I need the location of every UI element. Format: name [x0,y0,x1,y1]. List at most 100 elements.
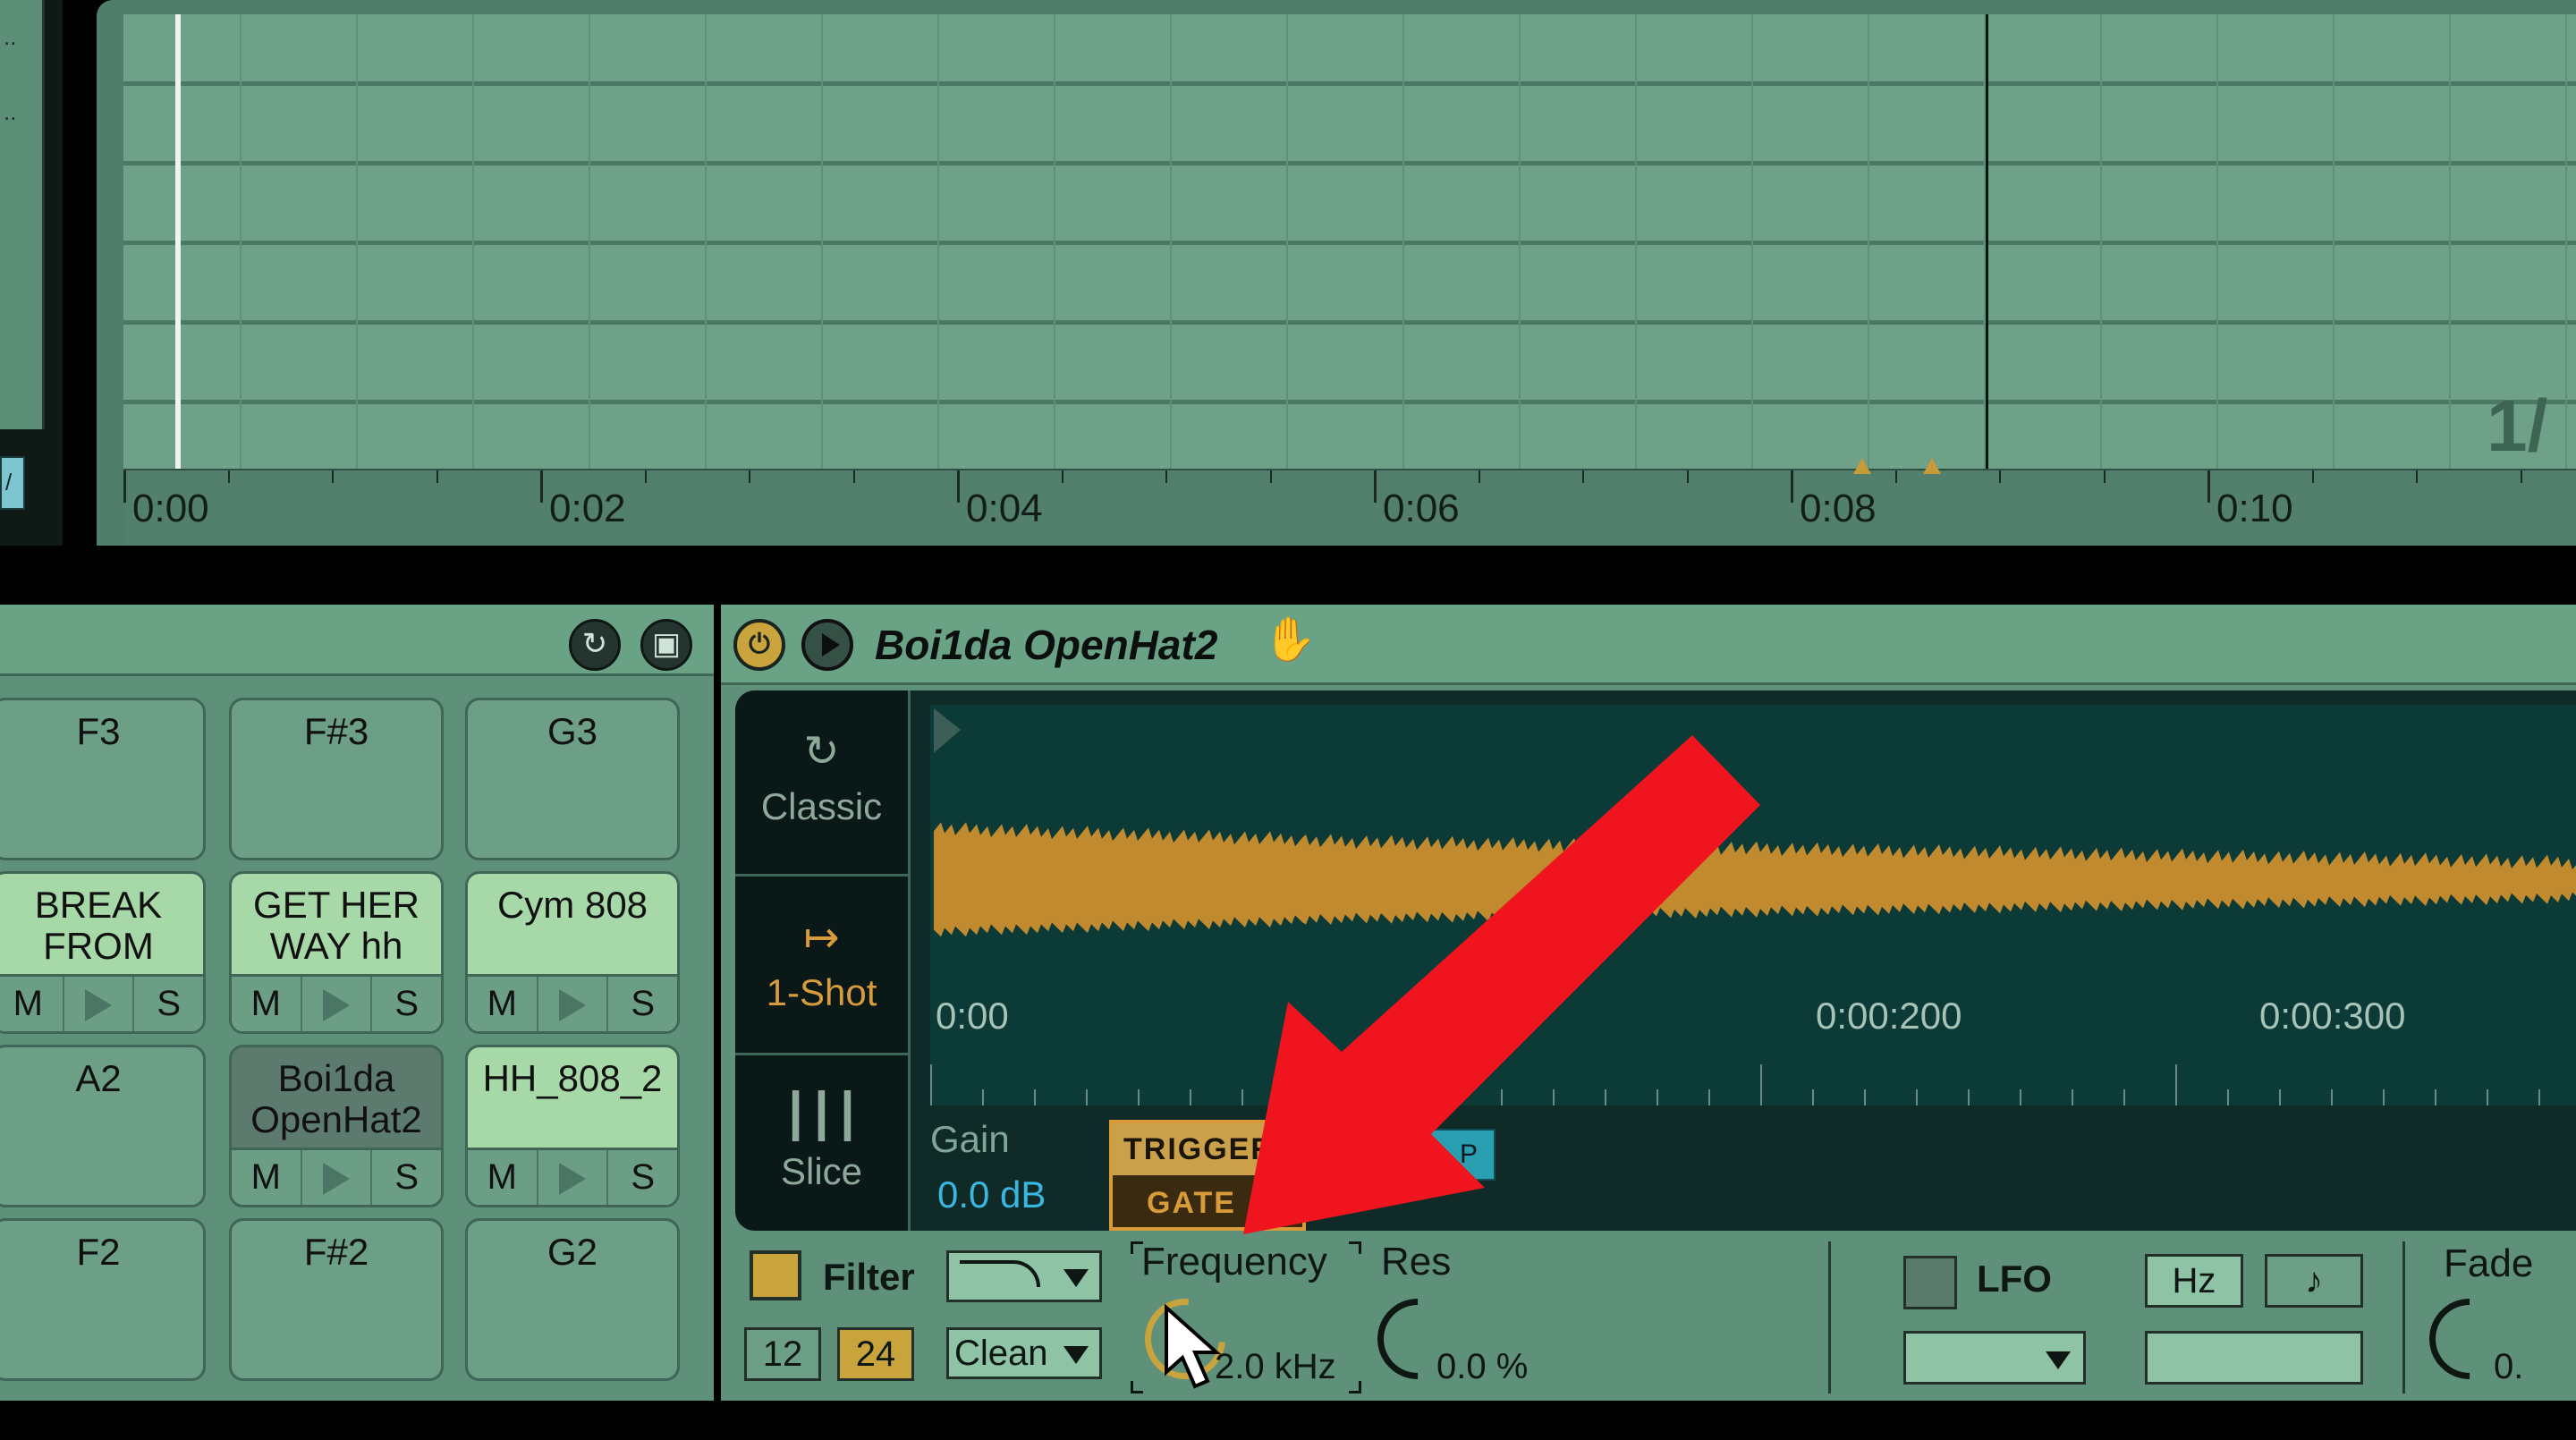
drum-pad[interactable]: GET HER WAY hh M S [229,871,444,1034]
loop-button[interactable]: P [1397,1129,1496,1181]
lfo-sync-note-button[interactable]: ♪ [2265,1254,2363,1308]
drum-pad-name: F3 [76,710,121,752]
ruler-major-tick [1374,470,1377,503]
ruler-minor-tick [2520,470,2522,483]
ruler-label: 0:02 [549,487,626,530]
gate-button[interactable]: GATE [1113,1175,1302,1231]
sample-time-label: 0:00 [936,995,1009,1037]
mode-one-shot-button[interactable]: ↦ 1-Shot [735,877,911,1055]
drum-pad[interactable]: F2 [0,1218,206,1381]
play-icon [559,989,586,1022]
mode-label: Classic [760,785,883,827]
slice-icon: ┃┃┃ [783,1093,860,1140]
ruler-minor-tick [436,470,438,483]
pad-mute-button[interactable]: M [468,1150,538,1205]
lfo-waveform-dropdown[interactable] [1903,1331,2086,1385]
drum-pad[interactable]: A2 [0,1045,206,1207]
sample-panel: ↻ Classic ↦ 1-Shot ┃┃┃ Slice 0:00 0 0:00:2… [735,690,2576,1231]
sample-start-marker [934,708,961,753]
sample-ruler-tick [1605,1089,1606,1105]
pad-play-button[interactable] [538,977,609,1031]
drum-rack-header: ↻ ▣ [0,605,714,676]
ruler-minor-tick [1269,470,1272,483]
lfo-hz-button[interactable]: Hz [2145,1254,2243,1308]
track-toggle-button[interactable]: / [0,456,25,510]
trigger-button[interactable]: TRIGGER [1113,1123,1302,1175]
grid-column-line [1402,14,1404,469]
pad-solo-button[interactable]: S [608,1150,677,1205]
pad-play-button[interactable] [64,977,135,1031]
loop-end-marker[interactable] [1923,458,1941,474]
filter-enable-toggle[interactable] [750,1250,801,1300]
drum-pad[interactable]: F#3 [229,698,444,860]
sample-ruler-tick [2020,1089,2021,1105]
sample-ruler-tick [1034,1089,1036,1105]
sample-ruler-tick [982,1089,984,1105]
gain-label: Gain [930,1118,1010,1160]
pad-solo-button[interactable]: S [372,977,441,1031]
drum-pad[interactable]: Cym 808 M S [465,871,680,1034]
drum-pad[interactable]: G3 [465,698,680,860]
loop-start-marker[interactable] [1853,458,1871,474]
drum-pad[interactable]: G2 [465,1218,680,1381]
sample-ruler-tick [1241,1089,1243,1105]
mode-slice-button[interactable]: ┃┃┃ Slice [735,1055,911,1231]
slope-12-button[interactable]: 12 [744,1327,821,1381]
ruler-minor-tick [1061,470,1063,483]
track-dots: .. [4,23,17,50]
fade-value[interactable]: 0. [2494,1347,2523,1387]
pad-controls: MS [232,1148,441,1205]
slope-24-button[interactable]: 24 [837,1327,914,1381]
arrangement-grid-area[interactable] [123,14,2576,469]
sample-time-label: 0:00:200 [1816,995,1962,1037]
device-power-button[interactable]: ⏻ [733,619,785,671]
sample-ruler-tick [2123,1089,2125,1105]
drum-pad[interactable]: BREAK FROM M S [0,871,206,1034]
drum-pad[interactable]: HH_808_2 M S [465,1045,680,1207]
ruler-minor-tick [644,470,647,483]
pad-play-button[interactable] [538,1150,609,1205]
drum-pad-name: GET HER WAY hh [253,884,419,967]
hot-swap-icon[interactable]: ↻ [569,619,621,671]
drum-pad[interactable]: Boi1da OpenHat2 M S [229,1045,444,1207]
drum-pad-name: BREAK FROM [34,884,163,967]
save-icon[interactable]: ▣ [640,619,692,671]
filter-label: Filter [823,1256,915,1298]
sample-ruler-tick [2072,1089,2073,1105]
ruler-label: 0:06 [1383,487,1460,530]
sample-time-label: 0 [1503,995,1524,1037]
sample-ruler-tick [1397,1089,1399,1105]
filter-type-dropdown[interactable] [946,1250,1102,1302]
trigger-gate-switch[interactable]: TRIGGER GATE [1109,1120,1306,1231]
play-icon [85,989,112,1022]
preview-play-button[interactable] [801,619,853,671]
pad-play-button[interactable] [302,1150,373,1205]
resonance-value[interactable]: 0.0 % [1436,1347,1528,1387]
lfo-enable-toggle[interactable] [1903,1256,1957,1309]
pad-play-button[interactable] [302,977,373,1031]
pad-solo-button[interactable]: S [372,1150,441,1205]
pad-solo-button[interactable]: S [134,977,203,1031]
pad-solo-button[interactable]: S [608,977,677,1031]
filter-circuit-dropdown[interactable]: Clean [946,1327,1102,1379]
pad-mute-button[interactable]: M [232,977,302,1031]
pad-mute-button[interactable]: M [0,977,64,1031]
drum-pad[interactable]: F#2 [229,1218,444,1381]
ruler-minor-tick [2311,470,2314,483]
time-ruler[interactable]: 0:00 0:02 0:04 0:06 0:08 0:10 [123,469,2576,546]
gain-value[interactable]: 0.0 dB [937,1173,1046,1216]
ruler-minor-tick [1165,470,1167,483]
mode-classic-button[interactable]: ↻ Classic [735,690,911,877]
drum-pad[interactable]: F3 [0,698,206,860]
drum-pad-name: F#3 [303,710,369,752]
lfo-label: LFO [1977,1258,2052,1300]
track-toggle-glyph: / [5,469,13,496]
section-divider [2402,1241,2405,1393]
frequency-value[interactable]: 2.0 kHz [1215,1347,1336,1387]
sample-ruler-tick [1190,1089,1191,1105]
lfo-rate-field[interactable] [2145,1331,2363,1385]
play-icon [323,1163,350,1196]
pad-mute-button[interactable]: M [232,1150,302,1205]
pad-mute-button[interactable]: M [468,977,538,1031]
frequency-corner-bl [1131,1381,1143,1393]
